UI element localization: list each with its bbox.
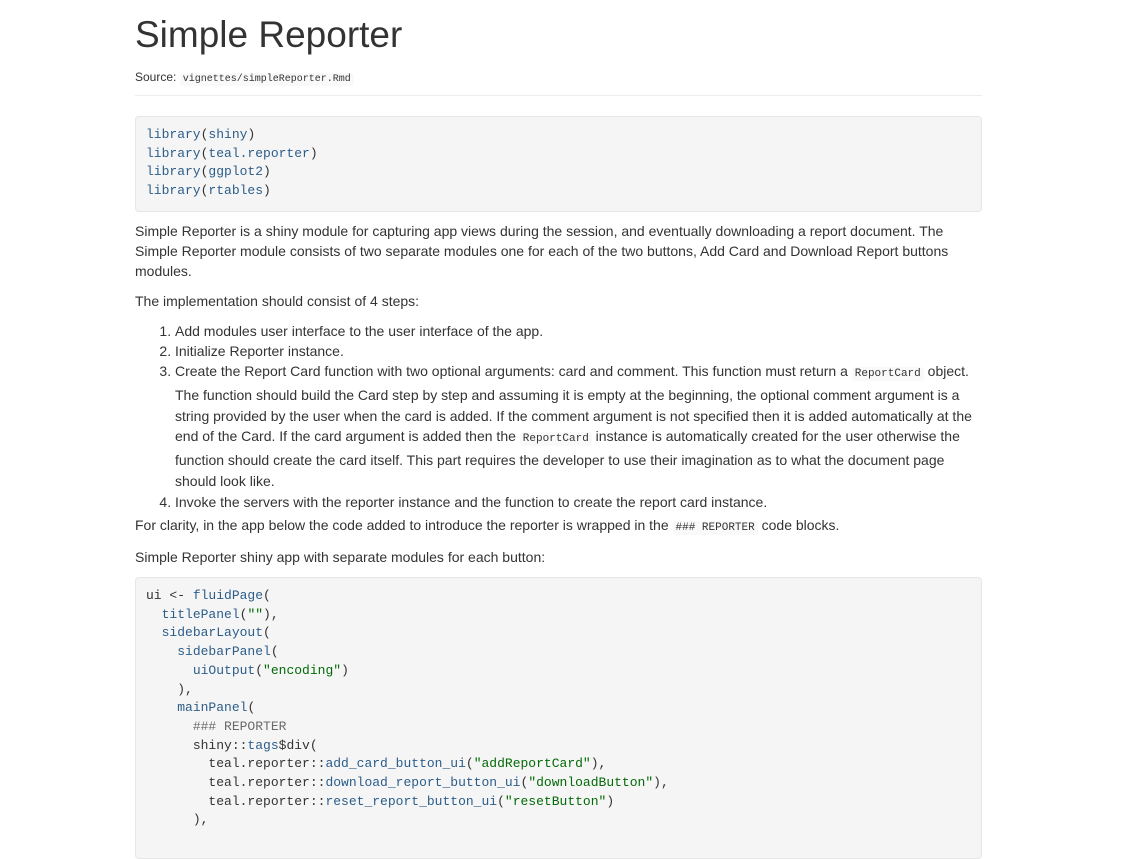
code-line: ), bbox=[192, 812, 209, 828]
code-line: library(ggplot2) bbox=[146, 164, 271, 180]
list-item: Invoke the servers with the reporter ins… bbox=[175, 492, 982, 512]
code-line: uiOutput("encoding") bbox=[192, 662, 349, 678]
code-line: ui <- fluidPage( bbox=[146, 588, 271, 603]
code-block-app: ui <- fluidPage( titlePanel(""), sidebar… bbox=[135, 577, 982, 859]
code-line: teal.reporter::reset_report_button_ui("r… bbox=[208, 793, 615, 809]
source-link[interactable]: vignettes/simpleReporter.Rmd bbox=[179, 70, 354, 86]
source-line: Source: vignettes/simpleReporter.Rmd bbox=[135, 69, 354, 88]
header-divider bbox=[135, 95, 982, 96]
code-line: library(rtables) bbox=[146, 183, 271, 199]
list-item: Create the Report Card function with two… bbox=[175, 361, 982, 492]
clarity-paragraph: For clarity, in the app below the code a… bbox=[135, 517, 840, 535]
code-line: mainPanel( bbox=[177, 700, 256, 716]
code-block-setup: library(shiny) library(teal.reporter) li… bbox=[135, 116, 982, 212]
intro-paragraph: Simple Reporter is a shiny module for ca… bbox=[135, 223, 949, 279]
code-line: ### REPORTER bbox=[192, 718, 287, 734]
list-item: Add modules user interface to the user i… bbox=[175, 321, 982, 341]
implementation-lead: The implementation should consist of 4 s… bbox=[135, 293, 420, 309]
code-line: sidebarPanel( bbox=[177, 644, 279, 660]
code-line: ), bbox=[177, 681, 193, 697]
inline-code: ReportCard bbox=[519, 432, 592, 447]
source-label: Source: bbox=[135, 70, 177, 84]
code-line: teal.reporter::download_report_button_ui… bbox=[208, 775, 669, 791]
code-line: sidebarLayout( bbox=[161, 625, 271, 641]
steps-list: Add modules user interface to the user i… bbox=[135, 321, 982, 512]
inline-code: ### REPORTER bbox=[672, 521, 758, 535]
code-line: titlePanel(""), bbox=[161, 606, 279, 622]
code-line: library(teal.reporter) bbox=[146, 145, 318, 161]
list-item: Initialize Reporter instance. bbox=[175, 341, 982, 361]
code-line: library(shiny) bbox=[146, 127, 256, 142]
page-title: Simple Reporter bbox=[135, 14, 403, 55]
code-line: shiny::tags$div( bbox=[192, 737, 318, 753]
inline-code: ReportCard bbox=[851, 367, 924, 381]
code-line: teal.reporter::add_card_button_ui("addRe… bbox=[208, 756, 607, 772]
app-lead: Simple Reporter shiny app with separate … bbox=[135, 549, 546, 565]
source-path: vignettes/simpleReporter.Rmd bbox=[179, 73, 354, 86]
